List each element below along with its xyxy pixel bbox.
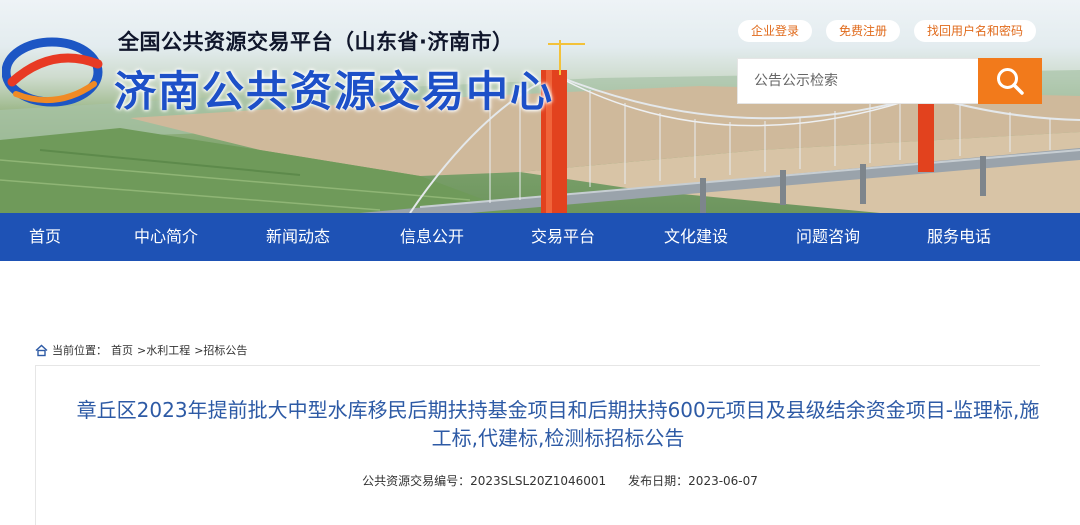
top-links: 企业登录 免费注册 找回用户名和密码 <box>738 20 1037 42</box>
nav-item-consulting[interactable]: 问题咨询 <box>776 213 880 261</box>
register-link[interactable]: 免费注册 <box>826 20 901 42</box>
nav-item-disclosure[interactable]: 信息公开 <box>354 213 510 261</box>
breadcrumb-prefix: 当前位置： <box>52 344 107 357</box>
trade-code-label: 公共资源交易编号： <box>362 474 471 488</box>
nav-item-news[interactable]: 新闻动态 <box>242 213 354 261</box>
article-meta: 公共资源交易编号：2023SLSL20Z1046001 发布日期：2023-06-… <box>0 472 1080 489</box>
search-button[interactable] <box>978 58 1042 104</box>
trade-code-value: 2023SLSL20Z1046001 <box>470 474 607 488</box>
breadcrumb: 当前位置： 首页 >水利工程 >招标公告 <box>35 342 251 358</box>
publish-date-value: 2023-06-07 <box>688 474 758 488</box>
recover-account-link[interactable]: 找回用户名和密码 <box>914 20 1037 42</box>
home-icon <box>35 344 48 356</box>
search-input[interactable] <box>738 59 978 103</box>
nav-item-service-phone[interactable]: 服务电话 <box>880 213 1038 261</box>
search-box <box>737 58 979 104</box>
search-icon <box>997 68 1024 95</box>
main-nav: 首页 中心简介 新闻动态 信息公开 交易平台 文化建设 问题咨询 服务电话 <box>0 213 1080 261</box>
nav-item-home[interactable]: 首页 <box>0 213 90 261</box>
breadcrumb-home[interactable]: 首页 <box>111 342 133 358</box>
site-subtitle: 全国公共资源交易平台（山东省·济南市） <box>118 30 514 54</box>
nav-item-trading-platform[interactable]: 交易平台 <box>510 213 616 261</box>
enterprise-login-link[interactable]: 企业登录 <box>738 20 813 42</box>
nav-item-culture[interactable]: 文化建设 <box>616 213 776 261</box>
nav-item-about[interactable]: 中心简介 <box>90 213 242 261</box>
breadcrumb-current[interactable]: >招标公告 <box>194 342 247 358</box>
publish-date-label: 发布日期： <box>628 474 689 488</box>
logo-icon <box>2 37 103 107</box>
site-title: 济南公共资源交易中心 <box>114 67 555 116</box>
breadcrumb-category[interactable]: >水利工程 <box>137 342 190 358</box>
header-banner: 全国公共资源交易平台（山东省·济南市） 济南公共资源交易中心 企业登录 免费注册… <box>0 0 1080 213</box>
article-title: 章丘区2023年提前批大中型水库移民后期扶持基金项目和后期扶持600元项目及县级… <box>76 398 1040 450</box>
